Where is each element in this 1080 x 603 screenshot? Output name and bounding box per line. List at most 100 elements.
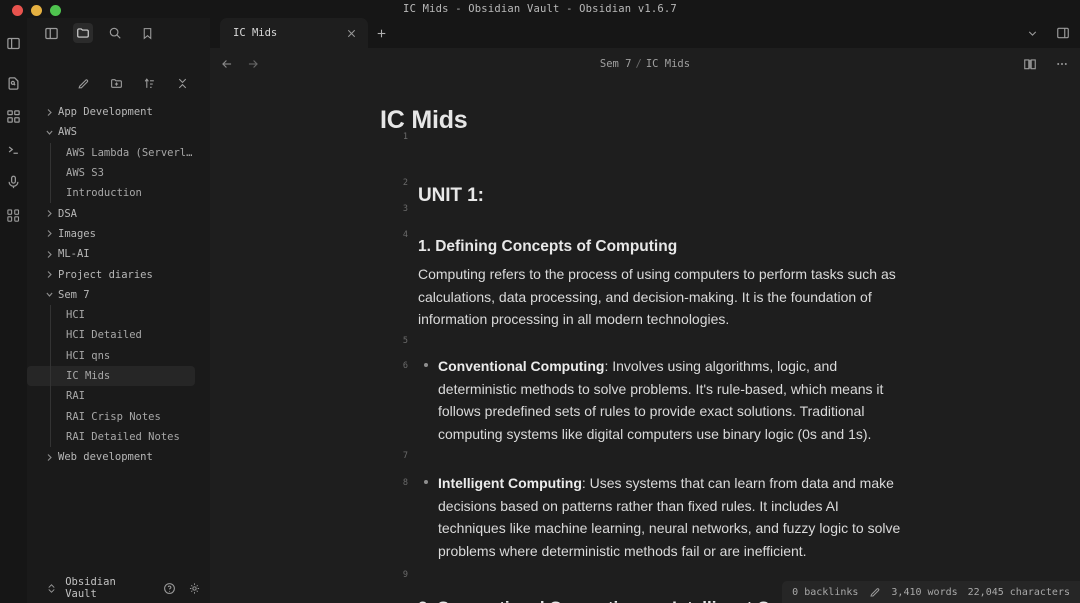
status-badge[interactable]: 0 backlinks [792,587,858,598]
tree-file-introduction[interactable]: Introduction [27,183,210,203]
arrow-left-icon[interactable] [218,55,236,73]
window-titlebar: IC Mids - Obsidian Vault - Obsidian v1.6… [0,0,1080,18]
line-number: 6 [402,361,408,371]
chevron-down-icon[interactable] [44,289,55,300]
terminal-icon[interactable] [3,138,25,160]
binary-icon[interactable] [3,204,25,226]
list-item-term: Conventional Computing [438,358,605,374]
tree-folder-aws[interactable]: AWS [27,122,210,142]
tree-folder-label: Web development [58,451,153,464]
tree-file-label: AWS Lambda (Serverl… [66,146,193,159]
tree-folder-project-diaries[interactable]: Project diaries [27,264,210,284]
line-number: 7 [402,451,408,461]
character-count[interactable]: 22,045 characters [968,587,1070,598]
help-circle-icon[interactable] [163,581,176,595]
vault-switcher-icon[interactable] [45,581,58,595]
chevron-down-icon[interactable] [1023,24,1041,42]
chevron-right-icon[interactable] [44,269,55,280]
page-title[interactable]: IC Mids [380,106,468,135]
microphone-icon[interactable] [3,171,25,193]
sort-icon[interactable] [140,74,158,92]
tree-folder-label: Sem 7 [58,288,90,301]
apps-grid-icon[interactable] [3,105,25,127]
more-options-icon[interactable] [1053,55,1071,73]
breadcrumb-file[interactable]: IC Mids [646,58,690,70]
tree-file-aws-lambda-serverl[interactable]: AWS Lambda (Serverl… [27,143,210,163]
tree-folder-app-development[interactable]: App Development [27,102,210,122]
tab-ic-mids[interactable]: IC Mids [220,18,368,48]
right-sidebar-icon[interactable] [1054,24,1072,42]
gear-icon[interactable] [188,581,201,595]
line-number: 8 [402,478,408,488]
tree-file-ic-mids[interactable]: IC Mids [27,365,195,387]
heading-conventional-vs-intelligent[interactable]: 2. Conventional Computing vs. Intelligen… [418,598,805,603]
chevron-right-icon[interactable] [44,452,55,463]
maximize-window-button[interactable] [50,5,61,16]
heading-unit-1[interactable]: UNIT 1: [418,185,484,207]
folder-icon[interactable] [73,23,93,43]
close-icon[interactable] [343,25,359,41]
tree-folder-web-development[interactable]: Web development [27,447,210,467]
tree-folder-dsa[interactable]: DSA [27,203,210,223]
heading-defining-concepts[interactable]: 1. Defining Concepts of Computing [418,238,677,256]
chevron-right-icon[interactable] [44,107,55,118]
arrow-right-icon[interactable] [244,55,262,73]
pencil-icon[interactable] [868,586,881,599]
new-folder-icon[interactable] [107,74,125,92]
tree-file-rai[interactable]: RAI [27,386,210,406]
new-note-icon[interactable] [74,74,92,92]
tree-folder-label: AWS [58,126,77,139]
breadcrumb-separator: / [635,58,642,70]
tab-label: IC Mids [233,27,278,39]
tabbar-right-actions [1023,18,1072,48]
bookmark-icon[interactable] [137,23,157,43]
chevron-down-icon[interactable] [44,127,55,138]
vault-name[interactable]: Obsidian Vault [65,576,148,600]
editor-content[interactable]: IC Mids 1 2 3 4 5 6 7 8 9 10 UNIT 1: 1. … [210,80,1080,603]
tree-folder-images[interactable]: Images [27,224,210,244]
tree-file-rai-detailed-notes[interactable]: RAI Detailed Notes [27,427,210,447]
search-icon[interactable] [105,23,125,43]
line-number: 9 [402,570,408,580]
list-item[interactable]: Intelligent Computing: Uses systems that… [424,472,910,562]
breadcrumb-folder[interactable]: Sem 7 [600,58,632,70]
window-title: IC Mids - Obsidian Vault - Obsidian v1.6… [403,3,677,15]
list-item[interactable]: Conventional Computing: Involves using a… [424,355,910,445]
tree-indent-guide [50,305,51,448]
main-editor-pane: IC Mids Sem 7 / IC Mids IC Mids 1 2 3 4 … [210,18,1080,603]
tree-file-hci[interactable]: HCI [27,305,210,325]
view-actions [1021,48,1071,80]
plus-icon[interactable] [368,18,394,48]
minimize-window-button[interactable] [31,5,42,16]
tree-folder-label: App Development [58,106,153,119]
close-window-button[interactable] [12,5,23,16]
paragraph-computing-definition[interactable]: Computing refers to the process of using… [418,263,908,331]
chevron-right-icon[interactable] [44,208,55,219]
collapse-all-icon[interactable] [173,74,191,92]
tree-file-aws-s3[interactable]: AWS S3 [27,163,210,183]
sidebar-header-icons [27,18,210,48]
word-count[interactable]: 3,410 words [891,587,957,598]
tree-folder-sem-7[interactable]: Sem 7 [27,285,210,305]
sidebar-layout-icon[interactable] [41,23,61,43]
breadcrumb: Sem 7 / IC Mids [210,48,1080,80]
tree-file-label: AWS S3 [66,167,104,180]
explorer-toolbar [27,70,210,96]
line-number: 5 [402,336,408,346]
bullet-dot-icon [424,363,428,367]
tree-file-hci-detailed[interactable]: HCI Detailed [27,325,210,345]
chevron-right-icon[interactable] [44,249,55,260]
chevron-right-icon[interactable] [44,228,55,239]
tree-folder-ml-ai[interactable]: ML-AI [27,244,210,264]
file-tree[interactable]: App Development AWS AWS Lambda (Serverl… AW… [27,102,210,582]
file-search-icon[interactable] [3,72,25,94]
tree-file-rai-crisp-notes[interactable]: RAI Crisp Notes [27,406,210,426]
vault-footer: Obsidian Vault [27,573,210,603]
sidebar-toggle-icon[interactable] [3,32,25,54]
left-icon-rail [0,18,27,603]
tree-file-label: HCI [66,309,85,322]
status-bar: 0 backlinks 3,410 words 22,045 character… [782,581,1080,603]
reading-mode-icon[interactable] [1021,55,1039,73]
line-number: 2 [402,178,408,188]
tree-file-hci-qns[interactable]: HCI qns [27,346,210,366]
